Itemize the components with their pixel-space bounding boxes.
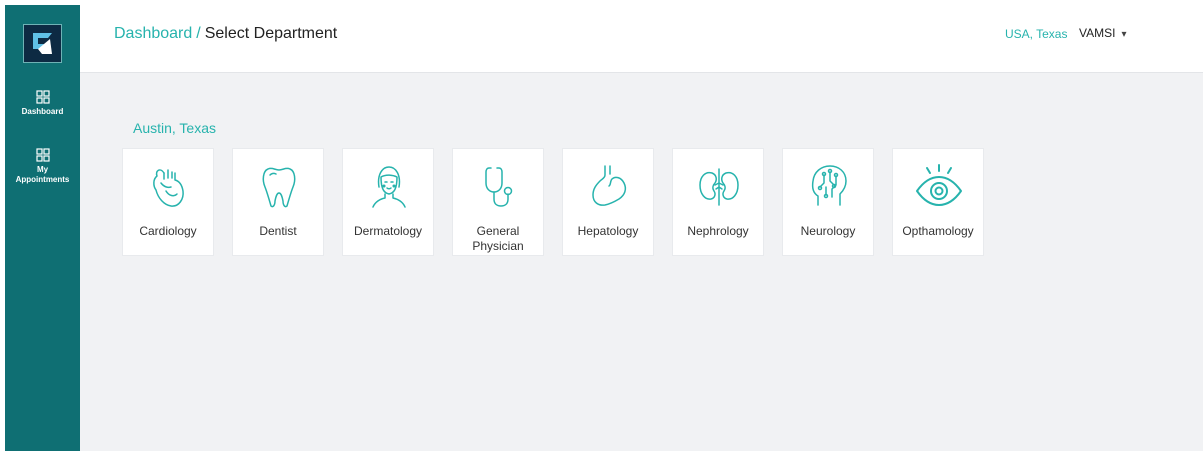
sidebar-item-label-line-2: Appointments (15, 175, 70, 184)
department-card-nephrology[interactable]: Nephrology (672, 148, 764, 256)
logo[interactable] (23, 24, 62, 63)
department-label: Hepatology (577, 224, 639, 238)
department-card-cardiology[interactable]: Cardiology (122, 148, 214, 256)
department-card-hepatology[interactable]: Hepatology (562, 148, 654, 256)
stethoscope-icon (485, 167, 513, 207)
kidney-icon (699, 168, 739, 206)
grid-icon (35, 148, 50, 162)
department-card-dermatology[interactable]: Dermatology (342, 148, 434, 256)
chevron-down-icon: ▾ (1121, 29, 1127, 40)
user-menu[interactable]: VAMSI ▾ (1079, 26, 1126, 40)
stomach-icon (592, 165, 627, 206)
breadcrumb-current: Select Department (204, 25, 338, 42)
breadcrumb: Dashboard / Select Department (114, 25, 337, 43)
department-label: Dermatology (353, 224, 423, 238)
department-card-neurology[interactable]: Neurology (782, 148, 874, 256)
city-heading: Austin, Texas (133, 120, 217, 136)
department-label: Cardiology (139, 224, 197, 238)
department-label: General Physician (453, 224, 543, 254)
department-label-line-1: General (476, 224, 520, 238)
location-selector[interactable]: USA, Texas (1005, 27, 1067, 41)
department-card-opthamology[interactable]: Opthamology (892, 148, 984, 256)
brain-icon (811, 165, 847, 206)
sidebar-item-label: Dashboard (21, 107, 64, 116)
tooth-icon (262, 167, 296, 208)
grid-icon (35, 90, 50, 104)
department-label: Opthamology (902, 224, 974, 238)
heart-icon (153, 169, 184, 207)
sidebar-item-label-line-1: My (36, 165, 49, 174)
sidebar-item-my-appointments[interactable]: My Appointments (5, 148, 80, 185)
department-label: Dentist (259, 224, 297, 238)
department-label: Nephrology (687, 224, 749, 238)
top-bar: Dashboard / Select Department USA, Texas V… (80, 5, 1203, 73)
sidebar-item-dashboard[interactable]: Dashboard (5, 90, 80, 117)
breadcrumb-separator: / (196, 25, 201, 42)
eye-icon (916, 164, 962, 206)
department-card-general-physician[interactable]: General Physician (452, 148, 544, 256)
logo-icon (33, 33, 52, 54)
face-icon (372, 166, 406, 208)
app-frame: Dashboard My Appointments Dashboard / Sele… (5, 5, 1203, 451)
breadcrumb-dashboard-link[interactable]: Dashboard (114, 25, 192, 42)
user-name: VAMSI (1079, 26, 1116, 40)
sidebar: Dashboard My Appointments (5, 5, 80, 451)
department-label-line-2: Physician (472, 239, 524, 253)
main-content: Dashboard / Select Department USA, Texas V… (80, 5, 1203, 451)
department-label: Neurology (800, 224, 856, 238)
department-card-dentist[interactable]: Dentist (232, 148, 324, 256)
